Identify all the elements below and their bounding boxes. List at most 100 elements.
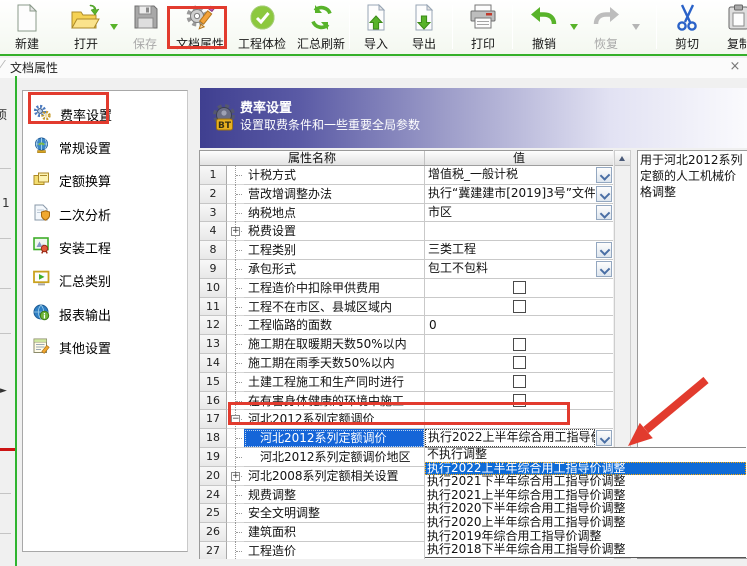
expand-icon[interactable]: +: [231, 472, 240, 481]
installation-project-icon: [33, 237, 50, 257]
dropdown-item[interactable]: 执行2021下半年综合用工指导价调整: [425, 475, 746, 489]
close-icon[interactable]: ×: [728, 59, 742, 75]
summary-refresh-button[interactable]: 汇总刷新: [292, 2, 350, 52]
redo-button[interactable]: 恢复: [580, 2, 632, 52]
dropdown-item[interactable]: 不执行调整: [425, 448, 746, 462]
copy-button[interactable]: 复制: [714, 2, 747, 52]
undo-button[interactable]: 撤销: [518, 2, 570, 52]
dropdown-item[interactable]: 执行2020下半年综合用工指导价调整: [425, 502, 746, 516]
print-icon: [469, 2, 497, 37]
main-toolbar: 新建 打开 保存 文档属性 工程体检 汇总刷新 导入: [0, 0, 747, 56]
dropdown-item[interactable]: 执行2020上半年综合用工指导价调整: [425, 516, 746, 530]
redo-icon: [592, 2, 620, 37]
collapse-icon[interactable]: −: [231, 415, 240, 424]
checkbox[interactable]: [513, 394, 526, 407]
report-output-icon: i: [33, 304, 50, 324]
checkbox[interactable]: [513, 375, 526, 388]
sidebar-item-quota-conversion[interactable]: 定额换算: [33, 167, 181, 193]
tax-place-combobox[interactable]: 市区: [425, 204, 613, 222]
export-button[interactable]: 导出: [402, 2, 446, 52]
sidebar-item-other-settings[interactable]: 其他设置: [33, 334, 181, 360]
document-properties-window: 新建 打开 保存 文档属性 工程体检 汇总刷新 导入: [0, 0, 747, 566]
open-button[interactable]: 打开: [56, 2, 116, 52]
checkbox[interactable]: [513, 300, 526, 313]
settings-sidebar: 费率设置 常规设置 定额换算 二次分析 安装工程 汇总类别 i 报表输出 其他设: [22, 90, 188, 552]
dropdown-item-selected[interactable]: 执行2022上半年综合用工指导价调整: [425, 462, 746, 476]
background-left-strip: 项 1 ►: [0, 78, 15, 566]
dropdown-item[interactable]: 执行2018下半年综合用工指导价调整: [425, 543, 746, 557]
toolbar-separator: [349, 5, 350, 49]
expand-icon[interactable]: +: [231, 227, 240, 236]
vat-adjust-combobox[interactable]: 执行“冀建建市[2019]3号”文件: [425, 185, 613, 203]
background-red-mark: [0, 448, 15, 451]
toolbar-separator: [656, 5, 657, 49]
undo-dropdown-arrow-icon[interactable]: [570, 24, 578, 34]
save-button[interactable]: 保存: [122, 2, 168, 52]
cut-icon: [676, 2, 699, 37]
dialog-caption-bar: 文档属性 ×: [0, 58, 747, 78]
combobox-dropdown-list: 不执行调整 执行2022上半年综合用工指导价调整 执行2021下半年综合用工指导…: [425, 447, 746, 558]
fee-rate-gears-icon: [33, 104, 51, 124]
table-row[interactable]: 17 − 河北2012系列定额调价: [200, 410, 613, 429]
table-row[interactable]: 16 在有害身体健康的环境中施工: [200, 392, 613, 411]
contract-form-combobox[interactable]: 包工不包料: [425, 260, 613, 278]
banner-title: 费率设置: [240, 97, 292, 116]
hebei2012-adjust-combobox-open[interactable]: 执行2022上半年综合用工指导价调: [425, 429, 613, 447]
chevron-down-icon[interactable]: [596, 205, 612, 221]
sidebar-item-fee-rate[interactable]: 费率设置: [33, 101, 181, 127]
document-properties-button[interactable]: 文档属性: [168, 2, 232, 52]
table-row[interactable]: 3 纳税地点 市区: [200, 204, 613, 223]
project-check-button[interactable]: 工程体检: [232, 2, 292, 52]
project-class-combobox[interactable]: 三类工程: [425, 241, 613, 259]
general-settings-globe-icon: [33, 137, 50, 157]
bottom-strip: [17, 559, 747, 566]
sidebar-item-secondary-analysis[interactable]: 二次分析: [33, 201, 181, 227]
checkbox[interactable]: [513, 356, 526, 369]
chevron-down-icon[interactable]: [596, 261, 612, 277]
table-header: 属性名称 值: [200, 151, 613, 166]
copy-icon: [727, 2, 747, 37]
bt-gear-icon: BT: [208, 102, 240, 137]
tax-method-combobox[interactable]: 增值税_一般计税: [425, 166, 613, 184]
checkbox[interactable]: [513, 338, 526, 351]
chevron-down-icon[interactable]: [596, 186, 612, 202]
sidebar-item-summary-category[interactable]: 汇总类别: [33, 267, 181, 293]
table-row[interactable]: 4 + 税费设置: [200, 222, 613, 241]
dropdown-item[interactable]: 执行2021上半年综合用工指导价调整: [425, 489, 746, 503]
table-row[interactable]: 15 土建工程施工和生产同时进行: [200, 373, 613, 392]
sidebar-item-general[interactable]: 常规设置: [33, 134, 181, 160]
redo-dropdown-arrow-icon: [632, 24, 640, 34]
import-button[interactable]: 导入: [354, 2, 398, 52]
road-faces-value[interactable]: 0: [425, 316, 437, 334]
sidebar-item-report-output[interactable]: i 报表输出: [33, 301, 181, 327]
table-row[interactable]: 13 施工期在取暖期天数50%以内: [200, 335, 613, 354]
open-dropdown-arrow-icon[interactable]: [110, 24, 118, 34]
checkbox[interactable]: [513, 281, 526, 294]
column-header-value: 值: [425, 151, 613, 165]
table-row[interactable]: 10 工程造价中扣除甲供费用: [200, 279, 613, 298]
cut-button[interactable]: 剪切: [664, 2, 710, 52]
table-row[interactable]: 9 承包形式 包工不包料: [200, 260, 613, 279]
svg-text:BT: BT: [218, 121, 232, 131]
table-row[interactable]: 8 工程类别 三类工程: [200, 241, 613, 260]
background-tab-label: 项: [0, 106, 7, 123]
import-icon: [364, 2, 388, 37]
chevron-down-icon[interactable]: [596, 430, 612, 446]
new-button[interactable]: 新建: [4, 2, 50, 52]
sidebar-item-installation[interactable]: 安装工程: [33, 234, 181, 260]
scroll-up-button[interactable]: [615, 151, 630, 166]
table-row-selected[interactable]: 18 河北2012系列定额调价 执行2022上半年综合用工指导价调: [200, 429, 613, 448]
table-row[interactable]: 12 工程临路的面数 0: [200, 316, 613, 335]
chevron-down-icon[interactable]: [596, 167, 612, 183]
dropdown-item[interactable]: 执行2019年综合用工指导价调整: [425, 530, 746, 544]
svg-text:i: i: [43, 312, 45, 320]
toolbar-separator: [512, 5, 513, 49]
table-row[interactable]: 2 营改增调整办法 执行“冀建建市[2019]3号”文件: [200, 185, 613, 204]
print-button[interactable]: 打印: [458, 2, 508, 52]
quota-conversion-icon: [33, 171, 50, 190]
table-row[interactable]: 1 计税方式 增值税_一般计税: [200, 166, 613, 185]
chevron-down-icon[interactable]: [596, 242, 612, 258]
table-row[interactable]: 14 施工期在雨季天数50%以内: [200, 354, 613, 373]
banner-subtitle: 设置取费条件和一些重要全局参数: [240, 116, 420, 133]
table-row[interactable]: 11 工程不在市区、县城区域内: [200, 298, 613, 317]
